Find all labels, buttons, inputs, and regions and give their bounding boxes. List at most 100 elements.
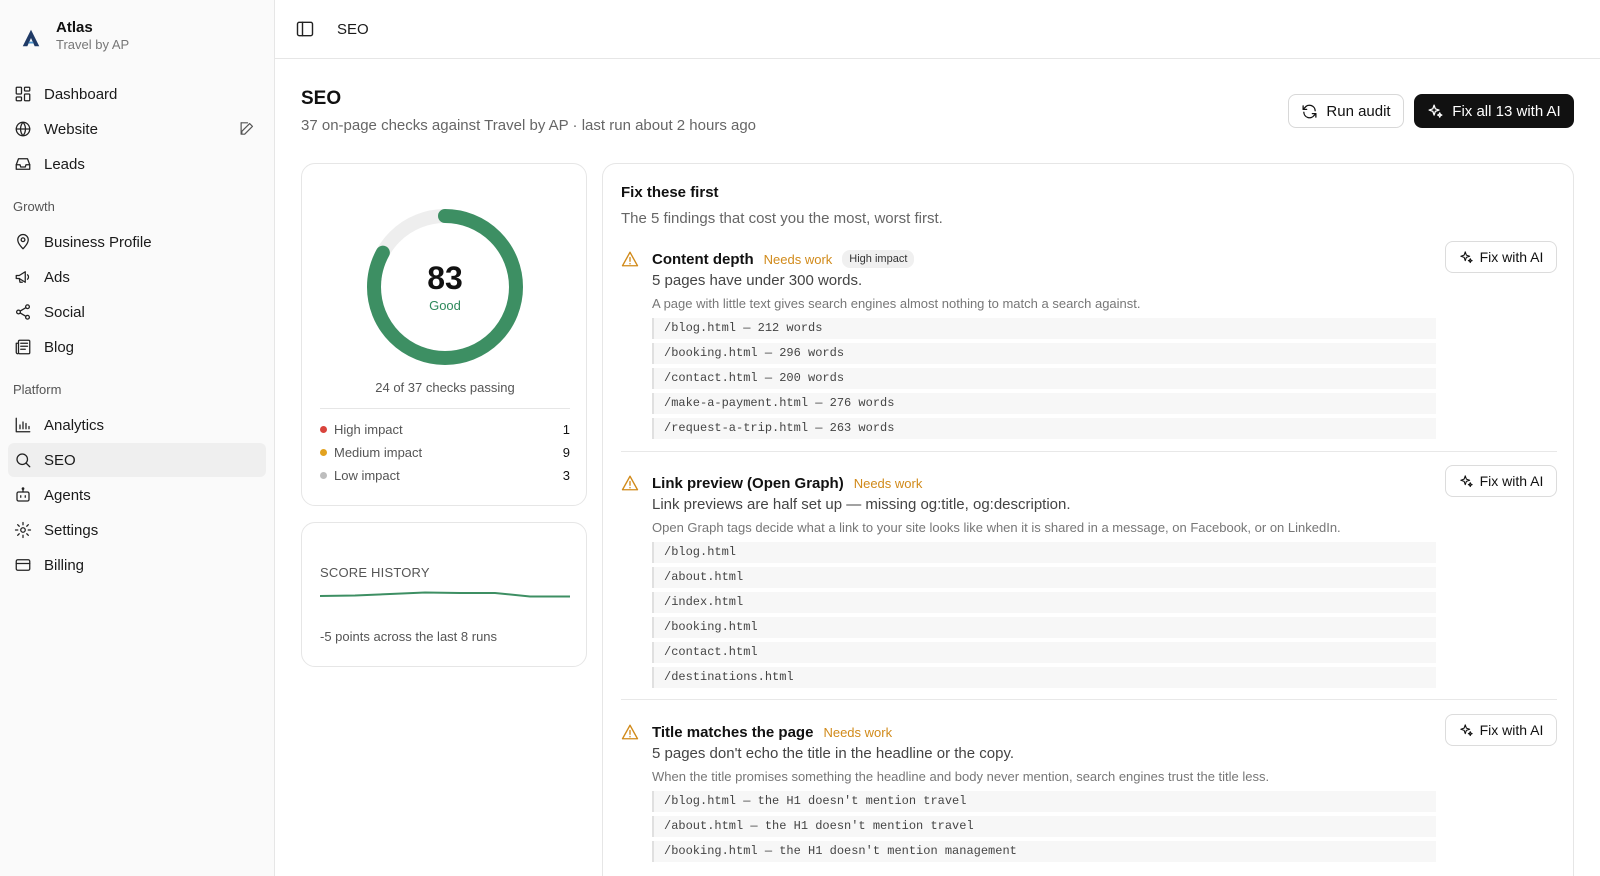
score-label: Good	[429, 298, 461, 313]
impact-count: 1	[562, 421, 570, 437]
page-subtitle: 37 on-page checks against Travel by AP ·…	[301, 117, 757, 134]
affected-page: /about.html	[652, 567, 1436, 588]
nav-section-growth: Growth	[13, 199, 55, 214]
affected-page: /booking.html	[652, 617, 1436, 638]
inbox-icon	[15, 158, 31, 170]
finding-summary: 5 pages have under 300 words.	[652, 272, 863, 289]
finding-divider	[621, 451, 1557, 452]
fix-with-ai-label: Fix with AI	[1479, 473, 1544, 489]
refresh-icon	[1302, 104, 1317, 118]
edit-icon[interactable]	[239, 120, 256, 137]
affected-page: /request-a-trip.html — 263 words	[652, 418, 1436, 439]
impact-row-high: High impact 1	[320, 420, 570, 438]
affected-page: /make-a-payment.html — 276 words	[652, 393, 1436, 414]
affected-page: /booking.html — 296 words	[652, 343, 1436, 364]
sidebar-item-label: SEO	[44, 451, 76, 469]
fix-first-subtitle: The 5 findings that cost you the most, w…	[621, 210, 943, 227]
run-audit-label: Run audit	[1326, 102, 1391, 120]
warning-icon	[621, 251, 639, 267]
sidebar-item-settings[interactable]: Settings	[8, 513, 266, 547]
sidebar-item-dashboard[interactable]: Dashboard	[8, 77, 266, 111]
sparkles-icon	[1428, 103, 1443, 118]
finding-name: Title matches the page	[652, 723, 814, 741]
fix-with-ai-label: Fix with AI	[1479, 722, 1544, 738]
sidebar-item-label: Blog	[44, 338, 75, 356]
page-title: SEO	[301, 88, 342, 109]
credit-card-icon	[15, 559, 31, 571]
sidebar-item-agents[interactable]: Agents	[8, 478, 266, 512]
map-pin-icon	[17, 233, 29, 250]
sparkles-icon	[1459, 250, 1473, 263]
globe-icon	[15, 121, 31, 137]
sidebar-nav-growth: Business Profile Ads Social Blog	[0, 225, 274, 364]
fix-first-title: Fix these first	[621, 184, 719, 201]
warning-icon	[621, 724, 639, 740]
sidebar-item-analytics[interactable]: Analytics	[8, 408, 266, 442]
sidebar-item-website[interactable]: Website	[8, 112, 266, 146]
sidebar-item-label: Dashboard	[44, 85, 118, 103]
fix-first-card: Fix these first The 5 findings that cost…	[602, 163, 1574, 876]
fix-with-ai-button[interactable]: Fix with AI	[1445, 241, 1557, 273]
affected-page: /booking.html — the H1 doesn't mention m…	[652, 841, 1436, 862]
sidebar-item-leads[interactable]: Leads	[8, 147, 266, 181]
impact-label: Low impact	[334, 467, 400, 483]
impact-row-low: Low impact 3	[320, 466, 570, 484]
fix-all-label: Fix all 13 with AI	[1452, 102, 1561, 120]
sidebar-toggle-icon[interactable]	[295, 19, 315, 39]
atlas-logo-icon	[22, 29, 40, 47]
sidebar-item-social[interactable]: Social	[8, 295, 266, 329]
fix-all-button[interactable]: Fix all 13 with AI	[1414, 94, 1574, 128]
score-history-note: -5 points across the last 8 runs	[320, 629, 498, 644]
score-history-sparkline	[320, 591, 570, 598]
sparkles-icon	[1459, 474, 1473, 487]
fix-with-ai-button[interactable]: Fix with AI	[1445, 714, 1557, 746]
sidebar-item-business-profile[interactable]: Business Profile	[8, 225, 266, 259]
impact-row-medium: Medium impact 9	[320, 443, 570, 461]
affected-page: /blog.html — the H1 doesn't mention trav…	[652, 791, 1436, 812]
finding-summary: 5 pages don't echo the title in the head…	[652, 745, 1015, 762]
score-history-card: SCORE HISTORY -5 points across the last …	[301, 522, 587, 667]
sidebar-item-billing[interactable]: Billing	[8, 548, 266, 582]
affected-page: /about.html — the H1 doesn't mention tra…	[652, 816, 1436, 837]
bar-chart-icon	[15, 417, 31, 433]
affected-pages: /blog.html — 212 words /booking.html — 2…	[652, 318, 1436, 443]
sparkles-icon	[1459, 723, 1473, 736]
sidebar-item-label: Social	[44, 303, 85, 321]
finding-name: Content depth	[652, 250, 754, 268]
sidebar-item-label: Leads	[44, 155, 85, 173]
sidebar-item-blog[interactable]: Blog	[8, 330, 266, 364]
impact-count: 9	[562, 444, 570, 460]
bot-icon	[16, 487, 30, 502]
score-value: 83	[427, 260, 463, 296]
impact-label: High impact	[334, 421, 403, 437]
sidebar-nav: Dashboard Website Leads	[0, 77, 274, 181]
sidebar-item-ads[interactable]: Ads	[8, 260, 266, 294]
impact-count: 3	[562, 467, 570, 483]
megaphone-icon	[15, 271, 30, 283]
brand[interactable]: Atlas Travel by AP	[0, 0, 274, 56]
sidebar-item-label: Business Profile	[44, 233, 152, 251]
brand-title: Atlas	[56, 19, 93, 36]
divider	[320, 408, 570, 409]
dashboard-icon	[15, 86, 31, 102]
warning-icon	[621, 475, 639, 491]
run-audit-button[interactable]: Run audit	[1288, 94, 1404, 128]
sidebar-item-label: Settings	[44, 521, 99, 539]
affected-page: /blog.html	[652, 542, 1436, 563]
affected-pages: /blog.html — the H1 doesn't mention trav…	[652, 791, 1436, 866]
finding-name: Link preview (Open Graph)	[652, 474, 844, 492]
affected-page: /contact.html — 200 words	[652, 368, 1436, 389]
finding-description: When the title promises something the he…	[652, 769, 1270, 784]
sidebar-item-label: Agents	[44, 486, 91, 504]
search-icon	[16, 453, 31, 468]
brand-subtitle: Travel by AP	[56, 37, 130, 52]
affected-pages: /blog.html /about.html /index.html /book…	[652, 542, 1436, 692]
finding-header: Title matches the page Needs work	[652, 721, 892, 743]
fix-with-ai-label: Fix with AI	[1479, 249, 1544, 265]
finding-description: A page with little text gives search eng…	[652, 296, 1141, 311]
sidebar-item-seo[interactable]: SEO	[8, 443, 266, 477]
sidebar-item-label: Analytics	[44, 416, 105, 434]
finding-status: Needs work	[823, 724, 893, 740]
fix-with-ai-button[interactable]: Fix with AI	[1445, 465, 1557, 497]
breadcrumb: SEO	[337, 20, 369, 38]
